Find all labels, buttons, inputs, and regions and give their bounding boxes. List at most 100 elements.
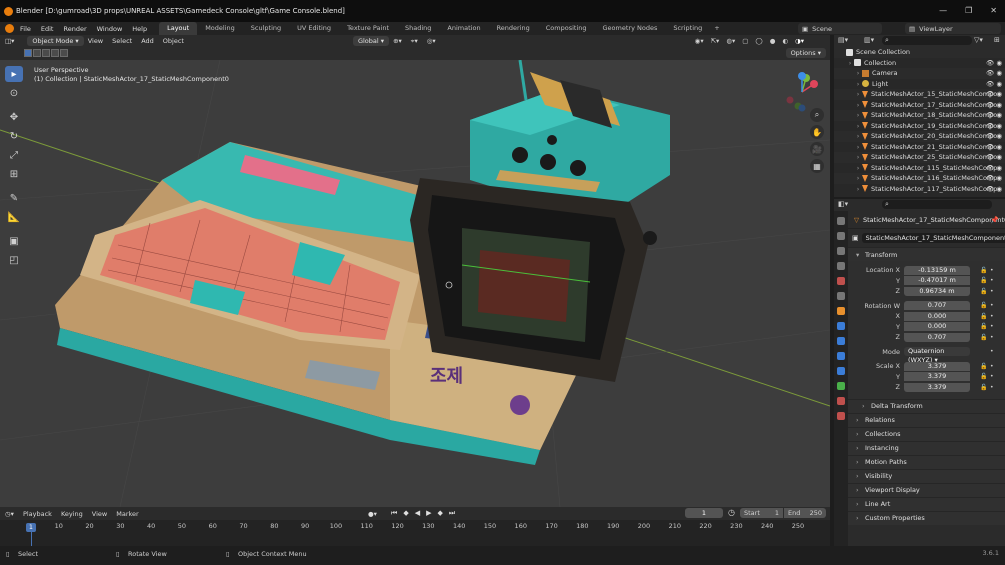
proportional-edit-icon[interactable]: ◎▾ xyxy=(427,37,436,45)
display-mode-icon[interactable]: ▥▾ xyxy=(864,36,874,44)
panel-motion-paths[interactable]: › Motion Paths xyxy=(848,454,1005,469)
expand-icon[interactable]: › xyxy=(854,185,862,193)
texture-tab-icon[interactable] xyxy=(837,412,845,420)
keyframe-dot-icon[interactable]: • xyxy=(990,302,994,309)
outliner-item[interactable]: › StaticMeshActor_15_StaticMeshCompo 👁 ◉ xyxy=(834,89,1005,100)
filter-icon[interactable]: ▽▾ xyxy=(974,36,983,44)
location-z-field[interactable]: 0.96734 m xyxy=(904,286,970,296)
jump-start-icon[interactable]: ⏮ xyxy=(391,507,397,520)
tab-texture-paint[interactable]: Texture Paint xyxy=(339,22,397,35)
location-x-field[interactable]: -0.13159 m xyxy=(904,265,970,275)
scale-x-field[interactable]: 3.379 xyxy=(904,361,970,371)
physics-tab-icon[interactable] xyxy=(837,352,845,360)
ortho-grid-icon[interactable]: ▦ xyxy=(810,159,824,173)
next-keyframe-icon[interactable]: ◆ xyxy=(437,507,442,520)
prev-keyframe-icon[interactable]: ◆ xyxy=(403,507,408,520)
gizmo-icon[interactable]: ⇱▾ xyxy=(711,37,720,45)
menu-window[interactable]: Window xyxy=(97,25,123,33)
tab-shading[interactable]: Shading xyxy=(397,22,439,35)
properties-search-input[interactable]: ⌕ xyxy=(882,200,992,209)
particles-tab-icon[interactable] xyxy=(837,337,845,345)
expand-icon[interactable]: › xyxy=(846,59,854,67)
new-collection-icon[interactable]: ⊞ xyxy=(994,36,1000,44)
select-extend-icon[interactable] xyxy=(33,49,41,57)
expand-icon[interactable]: › xyxy=(854,122,862,130)
tab-animation[interactable]: Animation xyxy=(439,22,488,35)
lock-icon[interactable]: 🔓 xyxy=(980,302,987,309)
panel-custom-properties[interactable]: › Custom Properties xyxy=(848,510,1005,525)
lock-icon[interactable]: 🔓 xyxy=(980,267,987,274)
expand-icon[interactable]: › xyxy=(854,153,862,161)
keyframe-dot-icon[interactable]: • xyxy=(990,373,994,380)
move-tool-icon[interactable]: ✥ xyxy=(5,109,23,125)
rotation-x-field[interactable]: 0.000 xyxy=(904,311,970,321)
outliner-item[interactable]: › Camera 👁 ◉ xyxy=(834,68,1005,79)
solid-shading-icon[interactable]: ● xyxy=(770,37,776,45)
output-tab-icon[interactable] xyxy=(837,247,845,255)
keyframe-dot-icon[interactable]: • xyxy=(990,277,994,284)
close-icon[interactable]: ✕ xyxy=(990,6,997,15)
tab-scripting[interactable]: Scripting xyxy=(665,22,710,35)
constraints-tab-icon[interactable] xyxy=(837,367,845,375)
visibility-toggle-icon[interactable]: 👁 ◉ xyxy=(986,164,1002,172)
select-invert-icon[interactable] xyxy=(51,49,59,57)
modifier-tab-icon[interactable] xyxy=(837,322,845,330)
visibility-toggle-icon[interactable]: 👁 ◉ xyxy=(986,174,1002,182)
material-tab-icon[interactable] xyxy=(837,397,845,405)
expand-icon[interactable]: › xyxy=(854,90,862,98)
object-tab-icon[interactable] xyxy=(837,307,845,315)
options-dropdown[interactable]: Options ▾ xyxy=(785,48,826,58)
annotate-tool-icon[interactable]: ✎ xyxy=(5,190,23,206)
add-workspace-button[interactable]: + xyxy=(710,22,723,35)
visibility-toggle-icon[interactable]: 👁 ◉ xyxy=(986,122,1002,130)
pan-hand-icon[interactable]: ✋ xyxy=(810,125,824,139)
outliner-item[interactable]: › StaticMeshActor_18_StaticMeshCompo 👁 ◉ xyxy=(834,110,1005,121)
keyframe-dot-icon[interactable]: • xyxy=(990,334,994,341)
outliner-item[interactable]: › StaticMeshActor_25_StaticMeshCompo 👁 ◉ xyxy=(834,152,1005,163)
outliner-item[interactable]: › StaticMeshActor_115_StaticMeshComp 👁 ◉ xyxy=(834,163,1005,174)
visibility-toggle-icon[interactable]: 👁 ◉ xyxy=(986,90,1002,98)
timeline-menu-marker[interactable]: Marker xyxy=(116,510,138,518)
scene-tab-icon[interactable] xyxy=(837,277,845,285)
visibility-toggle-icon[interactable]: 👁 ◉ xyxy=(986,111,1002,119)
viewport-menu-select[interactable]: Select xyxy=(112,37,132,45)
tab-rendering[interactable]: Rendering xyxy=(489,22,538,35)
lock-icon[interactable]: 🔓 xyxy=(980,373,987,380)
panel-instancing[interactable]: › Instancing xyxy=(848,440,1005,455)
expand-icon[interactable]: › xyxy=(854,69,862,77)
visibility-toggle-icon[interactable]: 👁 ◉ xyxy=(986,101,1002,109)
timeline-menu-playback[interactable]: Playback xyxy=(23,510,52,518)
timeline-menu-view[interactable]: View xyxy=(92,510,107,518)
tab-uv-editing[interactable]: UV Editing xyxy=(289,22,339,35)
rotation-mode-dropdown[interactable]: Quaternion (WXYZ) ▾ xyxy=(904,347,970,364)
3d-viewport[interactable]: ABA 조제 User Perspective (1) xyxy=(0,60,830,507)
object-name-field[interactable]: StaticMeshActor_17_StaticMeshComponent0 xyxy=(861,233,1005,243)
outliner-editor-icon[interactable]: ▤▾ xyxy=(838,36,848,44)
menu-render[interactable]: Render xyxy=(63,25,86,33)
tab-compositing[interactable]: Compositing xyxy=(538,22,595,35)
menu-edit[interactable]: Edit xyxy=(41,25,54,33)
view-layer-selector[interactable]: ▤ ViewLayer xyxy=(905,23,1001,34)
camera-view-icon[interactable]: 🎥 xyxy=(810,142,824,156)
lock-icon[interactable]: 🔓 xyxy=(980,384,987,391)
data-tab-icon[interactable] xyxy=(837,382,845,390)
tab-geometry-nodes[interactable]: Geometry Nodes xyxy=(595,22,666,35)
expand-icon[interactable]: › xyxy=(854,143,862,151)
visibility-toggle-icon[interactable]: 👁 ◉ xyxy=(986,185,1002,193)
play-icon[interactable]: ▶ xyxy=(426,507,431,520)
keyframe-dot-icon[interactable]: • xyxy=(990,363,994,370)
snap-icon[interactable]: ⌖▾ xyxy=(411,37,418,46)
overlay-icon[interactable]: ◍▾ xyxy=(726,37,735,45)
select-new-icon[interactable] xyxy=(24,49,32,57)
visibility-toggle-icon[interactable]: 👁 ◉ xyxy=(986,153,1002,161)
outliner-item[interactable]: › StaticMeshActor_17_StaticMeshCompo 👁 ◉ xyxy=(834,100,1005,111)
lock-icon[interactable]: 🔓 xyxy=(980,363,987,370)
keyframe-dot-icon[interactable]: • xyxy=(990,384,994,391)
render-tab-icon[interactable] xyxy=(837,232,845,240)
tool-tab-icon[interactable] xyxy=(837,217,845,225)
preview-range-icon[interactable]: ◷ xyxy=(728,508,735,517)
start-frame-field[interactable]: Start 1 xyxy=(740,508,783,518)
lock-icon[interactable]: 🔓 xyxy=(980,334,987,341)
xray-icon[interactable]: ▢ xyxy=(742,37,748,45)
outliner-item[interactable]: Scene Collection xyxy=(834,47,1005,58)
